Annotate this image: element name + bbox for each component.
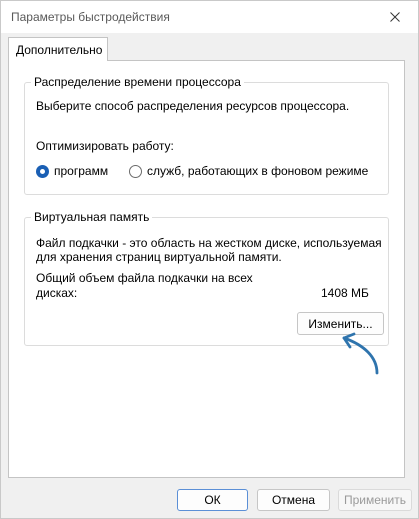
radio-programs-indicator[interactable]: [36, 165, 49, 178]
radio-background-services-indicator[interactable]: [129, 165, 142, 178]
virtual-memory-description-line2: для хранения страниц виртуальной памяти.: [36, 250, 282, 264]
processor-scheduling-title: Распределение времени процессора: [31, 75, 244, 89]
tab-advanced[interactable]: Дополнительно: [8, 37, 108, 61]
title-bar: Параметры быстродействия: [1, 1, 418, 33]
radio-programs-label: программ: [54, 164, 109, 178]
close-icon: [390, 12, 400, 22]
processor-scheduling-group: Распределение времени процессора Выберит…: [24, 75, 389, 195]
optimize-label: Оптимизировать работу:: [36, 139, 174, 153]
ok-button-label: ОК: [204, 493, 221, 507]
radio-programs[interactable]: программ: [36, 164, 136, 180]
annotation-arrow-icon: [342, 332, 379, 375]
apply-button-label: Применить: [343, 493, 406, 507]
paging-file-total-label-line1: Общий объем файла подкачки на всех: [36, 271, 253, 285]
cancel-button[interactable]: Отмена: [257, 489, 330, 511]
ok-button[interactable]: ОК: [177, 489, 248, 511]
virtual-memory-group: Виртуальная память Файл подкачки - это о…: [24, 210, 389, 346]
window-title: Параметры быстродействия: [11, 10, 170, 24]
radio-background-services-label: служб, работающих в фоновом режиме: [147, 164, 369, 178]
virtual-memory-title: Виртуальная память: [31, 210, 153, 224]
tab-advanced-label: Дополнительно: [16, 43, 103, 57]
paging-file-total-label-line2: дисках:: [36, 286, 78, 300]
paging-file-total-value: 1408 МБ: [321, 286, 369, 300]
close-button[interactable]: [372, 1, 418, 33]
performance-options-window: Параметры быстродействия Дополнительно Р…: [0, 0, 419, 519]
radio-background-services[interactable]: служб, работающих в фоновом режиме: [129, 164, 374, 180]
cancel-button-label: Отмена: [271, 493, 316, 507]
processor-scheduling-description: Выберите способ распределения ресурсов п…: [36, 99, 350, 113]
apply-button[interactable]: Применить: [338, 489, 412, 511]
virtual-memory-description-line1: Файл подкачки - это область на жестком д…: [36, 236, 382, 250]
tab-panel-advanced: Распределение времени процессора Выберит…: [8, 60, 405, 478]
